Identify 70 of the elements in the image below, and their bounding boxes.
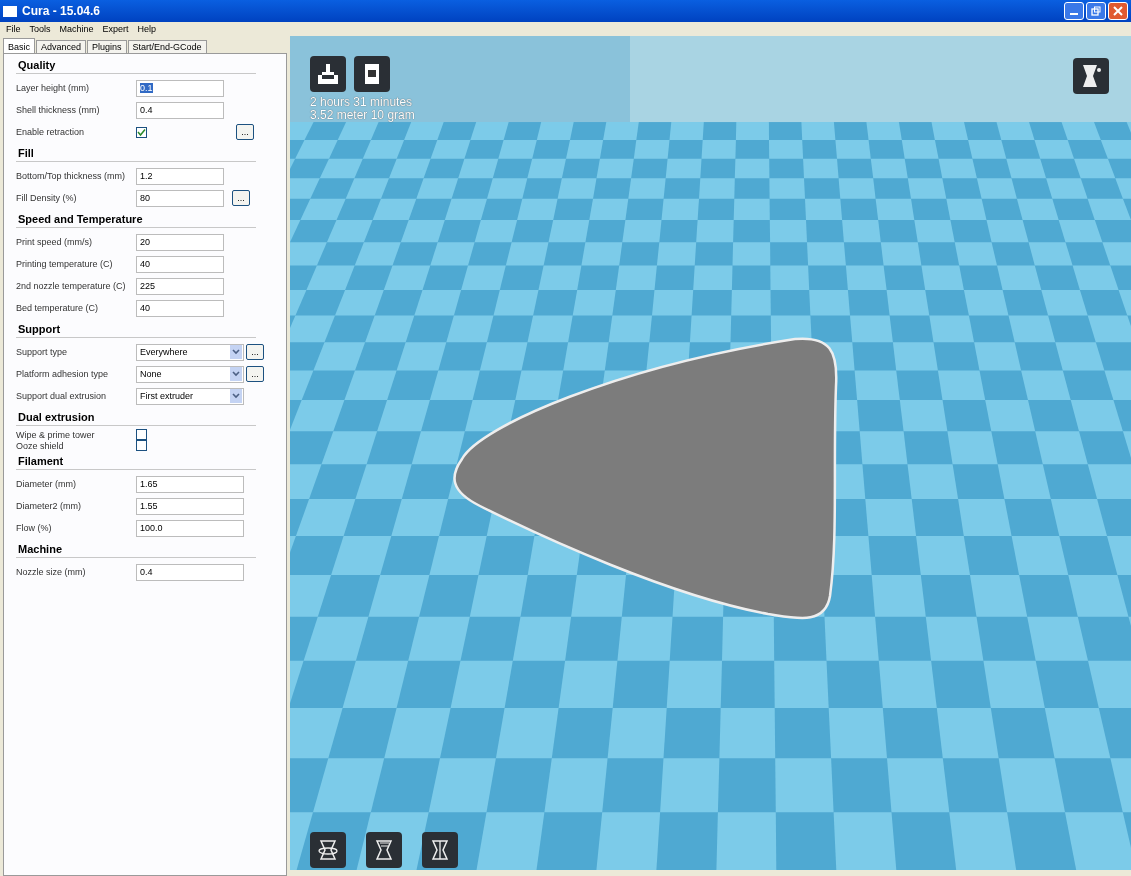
input-field[interactable]: 80 <box>136 189 224 207</box>
more-button[interactable]: ... <box>236 124 254 140</box>
section-heading: Quality <box>16 58 256 74</box>
close-icon <box>1113 6 1123 16</box>
input-field[interactable]: 0.1 <box>136 79 224 97</box>
field-label: Support type <box>16 347 69 357</box>
field-label: Shell thickness (mm) <box>16 105 101 115</box>
rotate-icon[interactable] <box>310 832 346 868</box>
menu-item[interactable]: Tools <box>29 24 51 34</box>
more-button[interactable]: ... <box>232 190 250 206</box>
field-label: Flow (%) <box>16 523 53 533</box>
restore-icon <box>1091 6 1101 16</box>
input-field[interactable]: 0.4 <box>136 101 224 119</box>
section-heading: Fill <box>16 146 256 162</box>
section-heading: Support <box>16 322 256 338</box>
window-title: Cura - 15.04.6 <box>22 4 102 18</box>
field-label: Print speed (mm/s) <box>16 237 94 247</box>
menu-item[interactable]: File <box>6 24 21 34</box>
more-button[interactable]: ... <box>246 366 264 382</box>
field-label: Nozzle size (mm) <box>16 567 87 577</box>
tab[interactable]: Basic <box>3 38 35 53</box>
field-label: 2nd nozzle temperature (C) <box>16 281 127 291</box>
menu-item[interactable]: Machine <box>59 24 94 34</box>
sd-card-icon[interactable] <box>354 56 390 92</box>
input-field[interactable]: 1.55 <box>136 497 244 515</box>
input-field[interactable]: 20 <box>136 233 224 251</box>
input-field[interactable]: 40 <box>136 299 224 317</box>
field-label: Fill Density (%) <box>16 193 78 203</box>
input-field[interactable]: 40 <box>136 255 224 273</box>
field-label: Wipe & prime tower <box>16 429 96 440</box>
field-label: Diameter (mm) <box>16 479 77 489</box>
input-field[interactable]: 100.0 <box>136 519 244 537</box>
mirror-icon[interactable] <box>422 832 458 868</box>
field-label: Ooze shield <box>16 440 65 451</box>
minimize-icon <box>1070 13 1078 15</box>
section-heading: Filament <box>16 454 256 470</box>
more-button[interactable]: ... <box>246 344 264 360</box>
field-label: Printing temperature (C) <box>16 259 114 269</box>
print-estimate: 2 hours 31 minutes <box>310 96 414 109</box>
field-label: Platform adhesion type <box>16 369 110 379</box>
field-label: Diameter2 (mm) <box>16 501 82 511</box>
dropdown[interactable]: Everywhere <box>136 343 244 361</box>
minimize-button[interactable] <box>1064 2 1084 20</box>
tab[interactable]: Start/End-GCode <box>127 40 207 53</box>
field-label: Enable retraction <box>16 127 86 137</box>
dropdown[interactable]: None <box>136 365 244 383</box>
input-field[interactable]: 225 <box>136 277 224 295</box>
app-icon <box>3 5 17 17</box>
input-field[interactable]: 1.65 <box>136 475 244 493</box>
restore-button[interactable] <box>1086 2 1106 20</box>
field-label: Bottom/Top thickness (mm) <box>16 171 127 181</box>
dropdown[interactable]: First extruder <box>136 387 244 405</box>
close-button[interactable] <box>1108 2 1128 20</box>
field-label: Layer height (mm) <box>16 83 91 93</box>
field-label: Support dual extrusion <box>16 391 108 401</box>
section-heading: Speed and Temperature <box>16 212 256 228</box>
field-label: Bed temperature (C) <box>16 303 100 313</box>
checkbox[interactable] <box>136 440 147 451</box>
tab[interactable]: Advanced <box>36 40 87 53</box>
menu-item[interactable]: Help <box>137 24 157 34</box>
tab[interactable]: Plugins <box>87 40 127 53</box>
menu-item[interactable]: Expert <box>102 24 129 34</box>
print-icon[interactable] <box>310 56 346 92</box>
input-field[interactable]: 0.4 <box>136 563 244 581</box>
checkbox[interactable] <box>136 429 147 440</box>
input-field[interactable]: 1.2 <box>136 167 224 185</box>
section-heading: Machine <box>16 542 256 558</box>
print-estimate: 3.52 meter 10 gram <box>310 109 415 122</box>
checkbox[interactable] <box>136 126 147 138</box>
section-heading: Dual extrusion <box>16 410 256 426</box>
